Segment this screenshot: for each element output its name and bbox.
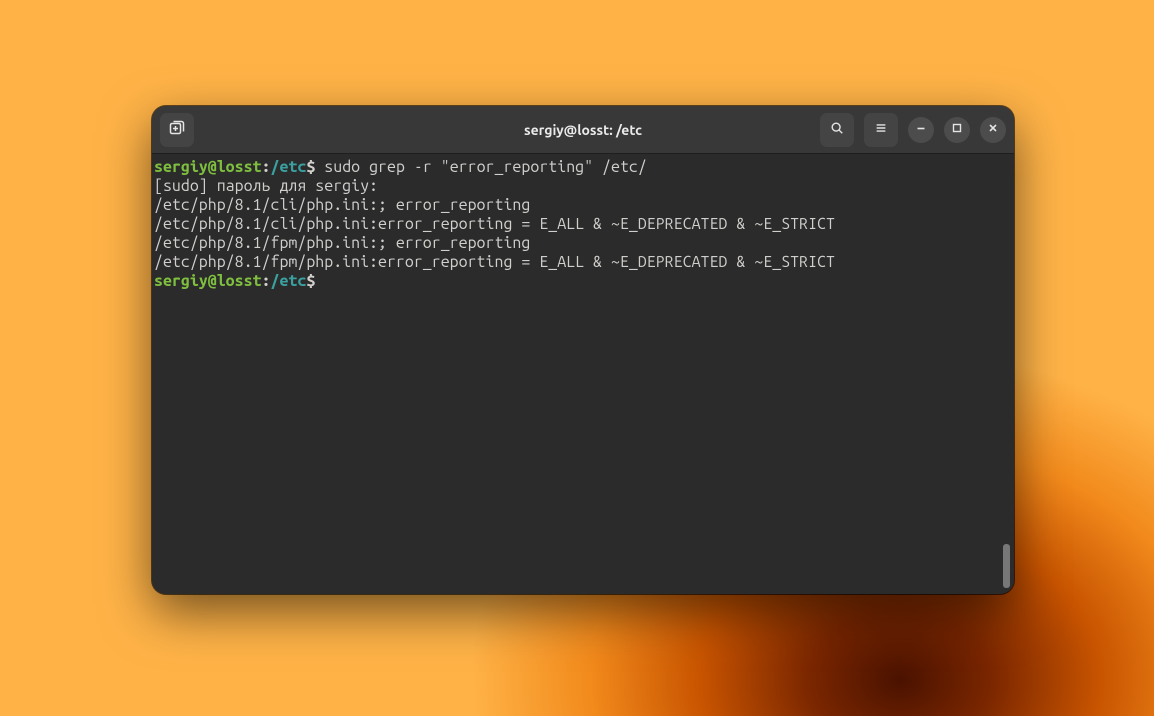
new-tab-button[interactable]: [160, 113, 194, 147]
output-line: [sudo] пароль для sergiy:: [154, 177, 378, 195]
close-button[interactable]: [980, 117, 1006, 143]
maximize-icon: [950, 121, 964, 139]
titlebar: sergiy@losst: /etc: [152, 106, 1014, 154]
cursor-area[interactable]: [315, 272, 324, 290]
minimize-icon: [914, 121, 928, 139]
terminal-output: sergiy@losst:/etc$ sudo grep -r "error_r…: [154, 158, 1012, 291]
command-text: sudo grep -r "error_reporting" /etc/: [315, 158, 647, 176]
output-line: /etc/php/8.1/fpm/php.ini:error_reporting…: [154, 253, 835, 271]
menu-button[interactable]: [864, 113, 898, 147]
prompt-sigil: $: [306, 158, 315, 176]
menu-icon: [874, 121, 888, 139]
prompt-separator: :: [262, 158, 271, 176]
prompt-user: sergiy@losst: [154, 158, 262, 176]
prompt-separator: :: [262, 272, 271, 290]
output-line: /etc/php/8.1/cli/php.ini:error_reporting…: [154, 215, 835, 233]
new-tab-icon: [169, 120, 185, 140]
terminal-body[interactable]: sergiy@losst:/etc$ sudo grep -r "error_r…: [152, 154, 1014, 594]
search-button[interactable]: [820, 113, 854, 147]
close-icon: [986, 121, 1000, 139]
prompt-path: /etc: [271, 158, 307, 176]
minimize-button[interactable]: [908, 117, 934, 143]
prompt-sigil: $: [306, 272, 315, 290]
maximize-button[interactable]: [944, 117, 970, 143]
prompt-user: sergiy@losst: [154, 272, 262, 290]
scrollbar-thumb[interactable]: [1003, 544, 1010, 588]
search-icon: [830, 121, 844, 139]
output-line: /etc/php/8.1/fpm/php.ini:; error_reporti…: [154, 234, 530, 252]
output-line: /etc/php/8.1/cli/php.ini:; error_reporti…: [154, 196, 530, 214]
terminal-window: sergiy@losst: /etc: [152, 106, 1014, 594]
prompt-path: /etc: [271, 272, 307, 290]
